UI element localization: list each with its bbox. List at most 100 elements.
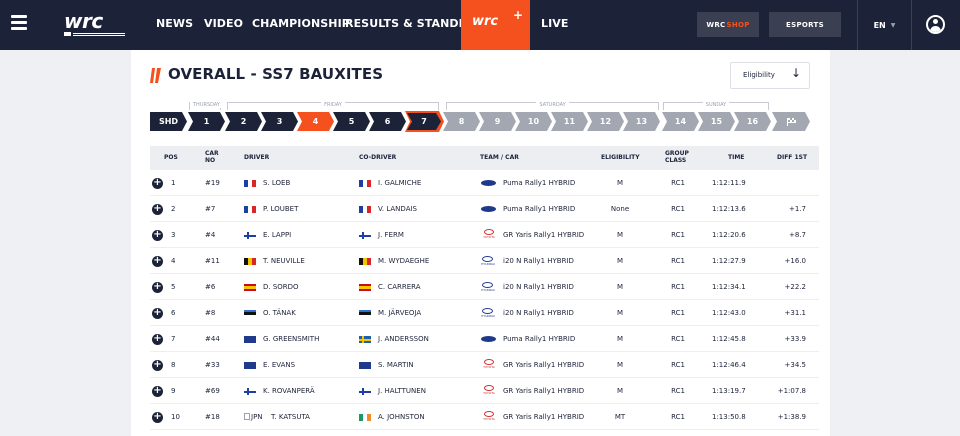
table-row[interactable]: +1 #19 S. LOEB I. GALMICHE Puma Rally1 HYBRI… xyxy=(150,170,819,196)
codriver-name: V. LANDAIS xyxy=(378,205,417,213)
header-pos: POS xyxy=(164,154,178,161)
table-row[interactable]: +6 #8 O. TÄNAK M. JÄRVEOJA HYUNDAI i20 N Rall… xyxy=(150,300,819,326)
header-group-class: GROUP CLASS xyxy=(665,150,689,164)
language-selector[interactable]: EN ▼ xyxy=(857,0,912,50)
eligibility-cell: M xyxy=(616,257,624,265)
toyota-logo-icon: TOYOTA xyxy=(481,385,497,396)
position-cell: 3 xyxy=(171,231,176,239)
table-row[interactable]: +5 #6 D. SORDO C. CARRERA HYUNDAI i20 N Rally… xyxy=(150,274,819,300)
expand-row-icon[interactable]: + xyxy=(152,360,163,371)
table-row[interactable]: +4 #11 T. NEUVILLE M. WYDAEGHE HYUNDAI i20 N … xyxy=(150,248,819,274)
ford-logo-icon xyxy=(481,206,496,212)
stage-7[interactable]: 7 xyxy=(407,113,441,130)
expand-row-icon[interactable]: + xyxy=(152,386,163,397)
stage-3[interactable]: 3 xyxy=(261,112,298,131)
eligibility-cell: M xyxy=(616,231,624,239)
expand-row-icon[interactable]: + xyxy=(152,282,163,293)
car-number-cell: #7 xyxy=(205,205,216,213)
driver-name: E. EVANS xyxy=(263,361,296,369)
driver-name: T. NEUVILLE xyxy=(263,257,305,265)
codriver-name: J. HALTTUNEN xyxy=(378,387,426,395)
stage-8[interactable]: 8 xyxy=(443,112,480,131)
header-driver: DRIVER xyxy=(244,154,270,161)
nav-wrc-plus[interactable]: wrc + xyxy=(461,0,530,50)
codriver-flag-icon xyxy=(359,180,371,187)
nav-live[interactable]: LIVE xyxy=(541,0,569,50)
nav-news[interactable]: NEWS xyxy=(156,0,193,50)
page-title: OVERALL - SS7 BAUXITES xyxy=(168,65,384,83)
driver-flag-icon xyxy=(244,284,256,291)
stage-4[interactable]: 4 xyxy=(297,112,334,131)
eligibility-filter-button[interactable]: Eligibility ↓ xyxy=(730,62,810,89)
stage-9[interactable]: 9 xyxy=(479,112,516,131)
codriver-name: A. JOHNSTON xyxy=(378,413,425,421)
position-cell: 6 xyxy=(171,309,176,317)
user-account-icon[interactable] xyxy=(926,15,945,34)
expand-row-icon[interactable]: + xyxy=(152,204,163,215)
plus-icon: + xyxy=(513,8,524,22)
position-cell: 7 xyxy=(171,335,176,343)
table-row[interactable]: +10 #18 JPN T. KATSUTA A. JOHNSTON TOYOTA GR Y… xyxy=(150,404,819,430)
time-cell: 1:12:27.9 xyxy=(712,257,746,265)
expand-row-icon[interactable]: + xyxy=(152,256,163,267)
finish-flag-icon xyxy=(787,118,796,126)
codriver-flag-icon xyxy=(359,362,371,369)
stage-12[interactable]: 12 xyxy=(587,112,624,131)
stage-16[interactable]: 16 xyxy=(734,112,771,131)
driver-name: P. LOUBET xyxy=(263,205,299,213)
time-cell: 1:13:19.7 xyxy=(712,387,746,395)
expand-row-icon[interactable]: + xyxy=(152,230,163,241)
position-cell: 10 xyxy=(171,413,180,421)
stage-14[interactable]: 14 xyxy=(662,112,699,131)
header-codriver: CO-DRIVER xyxy=(359,154,397,161)
stage-13[interactable]: 13 xyxy=(623,112,660,131)
table-row[interactable]: +2 #7 P. LOUBET V. LANDAIS Puma Rally1 HYBRI… xyxy=(150,196,819,222)
eligibility-cell: M xyxy=(616,335,624,343)
codriver-flag-icon xyxy=(359,310,371,317)
nav-video[interactable]: VIDEO xyxy=(204,0,243,50)
position-cell: 9 xyxy=(171,387,176,395)
expand-row-icon[interactable]: + xyxy=(152,308,163,319)
table-row[interactable]: +3 #4 E. LAPPI J. FERM TOYOTA GR Yaris Rally1… xyxy=(150,222,819,248)
codriver-name: M. JÄRVEOJA xyxy=(378,309,422,317)
stage-6[interactable]: 6 xyxy=(369,112,406,131)
ford-logo-icon xyxy=(481,180,496,186)
team-car-cell: GR Yaris Rally1 HYBRID xyxy=(503,387,585,395)
eligibility-cell: None xyxy=(610,205,630,213)
stage-10[interactable]: 10 xyxy=(515,112,552,131)
stage-15[interactable]: 15 xyxy=(698,112,735,131)
codriver-name: I. GALMICHE xyxy=(378,179,422,187)
nav-championship[interactable]: CHAMPIONSHIP xyxy=(252,0,350,50)
stage-finish[interactable] xyxy=(772,112,810,131)
table-row[interactable]: +8 #33 E. EVANS S. MARTIN TOYOTA GR Yaris Ral… xyxy=(150,352,819,378)
esports-button[interactable]: ESPORTS xyxy=(769,12,841,37)
header-car: CAR xyxy=(205,150,219,157)
table-row[interactable]: +9 #69 K. ROVANPERÄ J. HALTTUNEN TOYOTA GR Ya… xyxy=(150,378,819,404)
time-cell: 1:12:20.6 xyxy=(712,231,746,239)
stage-11[interactable]: 11 xyxy=(551,112,588,131)
flag-alt-text: JPN xyxy=(251,413,263,421)
group-class-cell: RC1 xyxy=(671,361,685,369)
stage-5[interactable]: 5 xyxy=(333,112,370,131)
day-label-friday: FRIDAY xyxy=(321,102,345,108)
stage-1[interactable]: 1 xyxy=(188,112,225,131)
day-label-saturday: SATURDAY xyxy=(536,102,569,108)
group-class-cell: RC1 xyxy=(671,309,685,317)
wrc-logo[interactable]: wrc xyxy=(64,11,130,39)
hamburger-menu-icon[interactable] xyxy=(11,15,27,30)
group-class-cell: RC1 xyxy=(671,283,685,291)
expand-row-icon[interactable]: + xyxy=(152,412,163,423)
codriver-flag-icon xyxy=(359,258,371,265)
driver-flag-icon xyxy=(244,362,256,369)
expand-row-icon[interactable]: + xyxy=(152,178,163,189)
logo-wordmark: wrc xyxy=(64,9,103,33)
driver-flag-icon xyxy=(244,336,256,343)
hyundai-logo-icon: HYUNDAI xyxy=(481,282,495,292)
expand-row-icon[interactable]: + xyxy=(152,334,163,345)
wrc-shop-button[interactable]: WRC SHOP xyxy=(697,12,759,37)
table-row[interactable]: +7 #44 G. GREENSMITH J. ANDERSSON Puma Rally… xyxy=(150,326,819,352)
stage-shd[interactable]: SHD xyxy=(150,112,187,131)
stage-2[interactable]: 2 xyxy=(225,112,262,131)
codriver-flag-icon xyxy=(359,284,371,291)
results-table-header: POS CAR NO DRIVER CO-DRIVER TEAM / CAR EL… xyxy=(150,146,819,170)
